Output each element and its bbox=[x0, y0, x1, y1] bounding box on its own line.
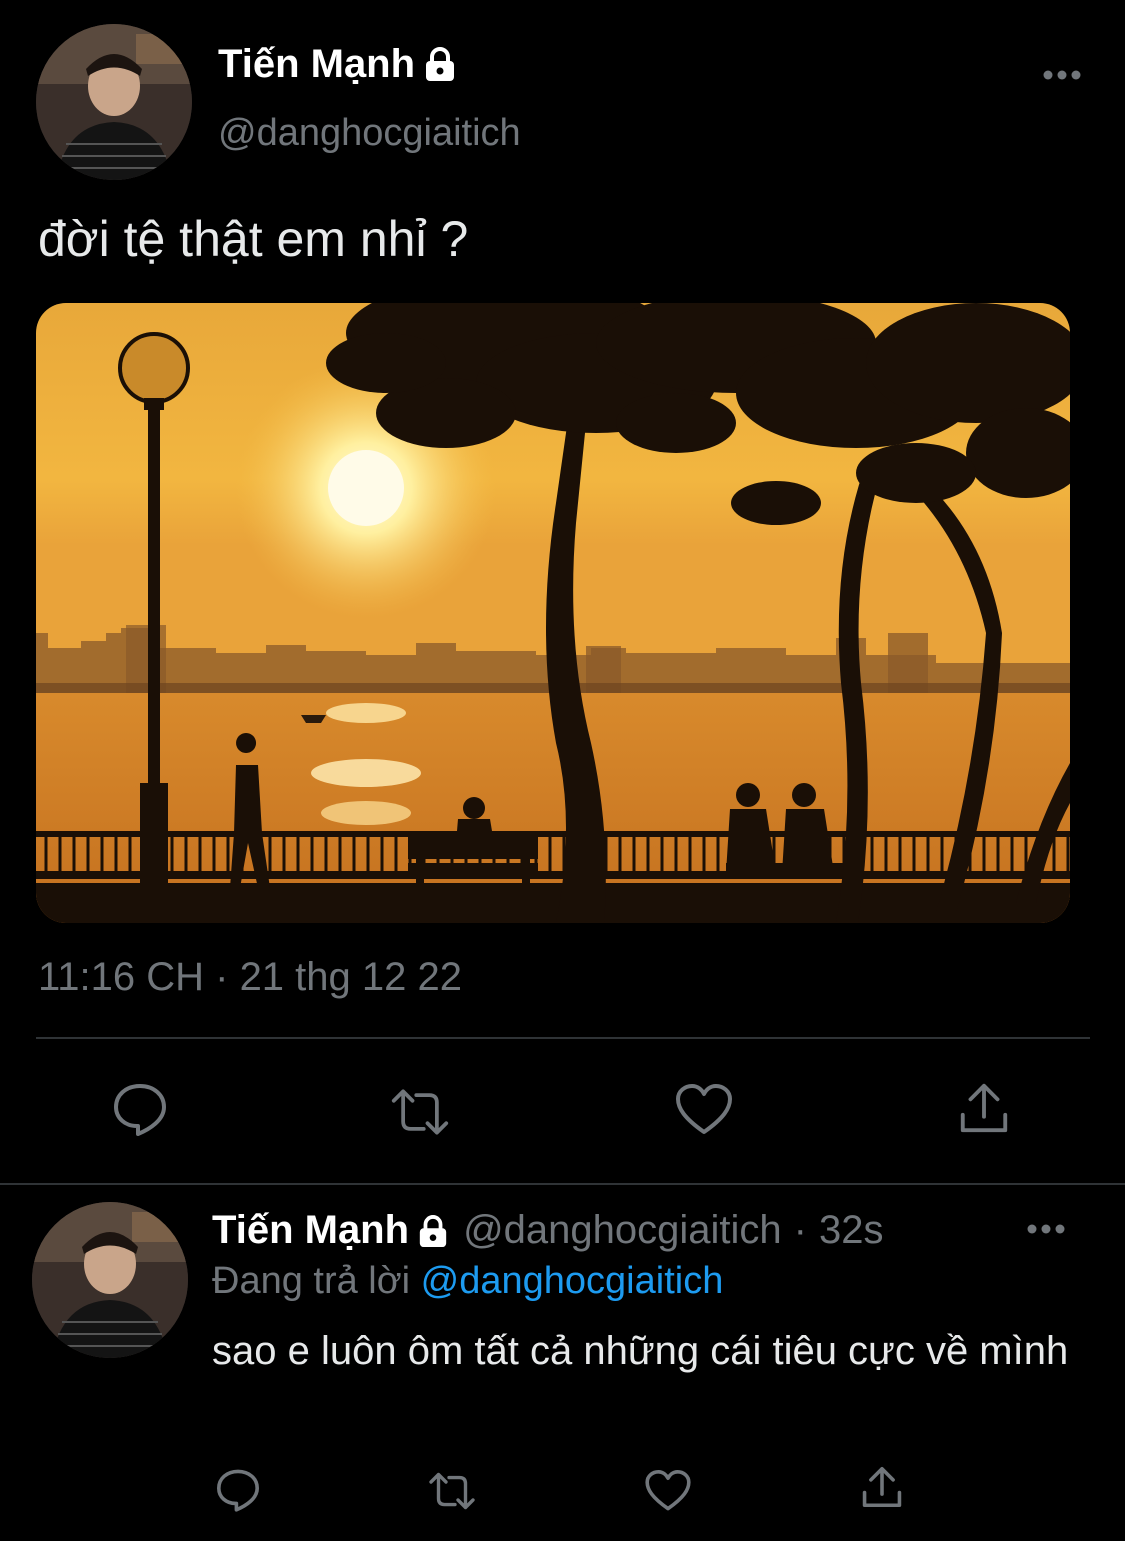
share-icon[interactable] bbox=[858, 1464, 906, 1510]
divider bbox=[36, 1037, 1090, 1039]
lock-icon bbox=[417, 1214, 449, 1248]
replying-to-prefix: Đang trả lời bbox=[212, 1260, 411, 1302]
share-icon[interactable] bbox=[954, 1080, 1014, 1136]
avatar-photo bbox=[36, 24, 192, 180]
author-handle[interactable]: @danghocgiaitich bbox=[463, 1208, 782, 1253]
author-handle[interactable]: @danghocgiaitich bbox=[218, 112, 521, 155]
avatar[interactable] bbox=[36, 24, 192, 180]
author-name[interactable]: Tiến Mạnh bbox=[218, 42, 457, 87]
retweet-icon[interactable] bbox=[390, 1084, 450, 1140]
lock-icon bbox=[423, 46, 457, 83]
tweet-time-ago[interactable]: 32s bbox=[819, 1208, 884, 1253]
author-name[interactable]: Tiến Mạnh bbox=[212, 1208, 409, 1253]
author-name-text[interactable]: Tiến Mạnh bbox=[218, 42, 415, 87]
reply-header: Tiến Mạnh @danghocgiaitich · 32s bbox=[212, 1208, 883, 1253]
heart-icon[interactable] bbox=[674, 1082, 734, 1138]
separator-dot: · bbox=[793, 1208, 807, 1252]
tweet-timestamp[interactable]: 11:16 CH · 21 thg 12 22 bbox=[38, 955, 462, 1000]
more-horizontal-icon[interactable] bbox=[1026, 1222, 1066, 1234]
divider bbox=[0, 1183, 1125, 1185]
tweet-text: đời tệ thật em nhỉ ? bbox=[38, 211, 469, 267]
more-horizontal-icon[interactable] bbox=[1042, 68, 1082, 80]
tweet-text: sao e luôn ôm tất cả những cái tiêu cực … bbox=[212, 1329, 1069, 1373]
comment-icon[interactable] bbox=[214, 1466, 262, 1512]
avatar-photo bbox=[32, 1202, 188, 1358]
heart-icon[interactable] bbox=[644, 1468, 692, 1514]
tweet-media-image[interactable] bbox=[36, 303, 1070, 923]
main-tweet: Tiến Mạnh @danghocgiaitich đời tệ thật e… bbox=[0, 0, 1125, 1180]
comment-icon[interactable] bbox=[110, 1080, 170, 1136]
avatar[interactable] bbox=[32, 1202, 188, 1358]
retweet-icon[interactable] bbox=[428, 1468, 476, 1514]
replying-to: Đang trả lời @danghocgiaitich bbox=[212, 1260, 723, 1303]
mention-link[interactable]: @danghocgiaitich bbox=[421, 1260, 724, 1302]
